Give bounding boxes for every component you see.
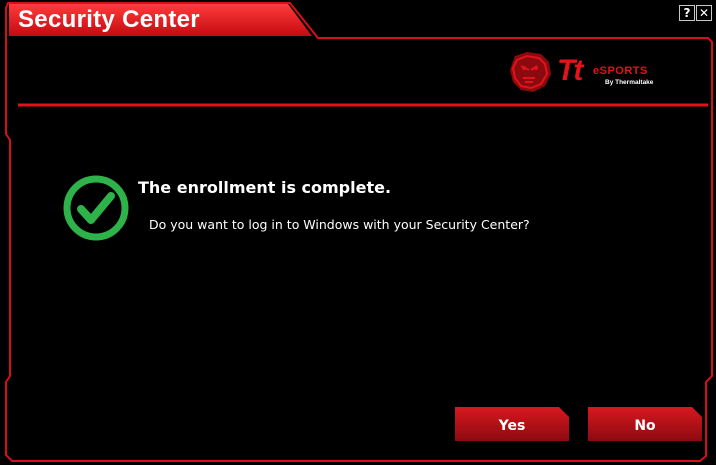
- brand-name: eSPORTS: [593, 65, 648, 77]
- no-button[interactable]: No: [588, 407, 702, 441]
- help-button[interactable]: ?: [679, 5, 695, 21]
- brand-mark: Tt: [557, 54, 583, 87]
- brand-subtitle: By Thermaltake: [605, 79, 654, 86]
- no-label: No: [634, 418, 656, 434]
- tiger-icon: [510, 52, 551, 92]
- yes-label: Yes: [498, 418, 526, 434]
- check-circle-icon: [62, 174, 130, 242]
- brand-logo: Tt eSPORTS By Thermaltake: [505, 48, 675, 96]
- security-center-window: Security Center ? ✕ Tt eSPORTS By Therma…: [0, 0, 716, 465]
- yes-button[interactable]: Yes: [455, 407, 569, 441]
- message-question: Do you want to log in to Windows with yo…: [149, 217, 530, 232]
- close-button[interactable]: ✕: [696, 5, 712, 21]
- message-heading: The enrollment is complete.: [138, 178, 392, 197]
- window-title: Security Center: [18, 6, 200, 33]
